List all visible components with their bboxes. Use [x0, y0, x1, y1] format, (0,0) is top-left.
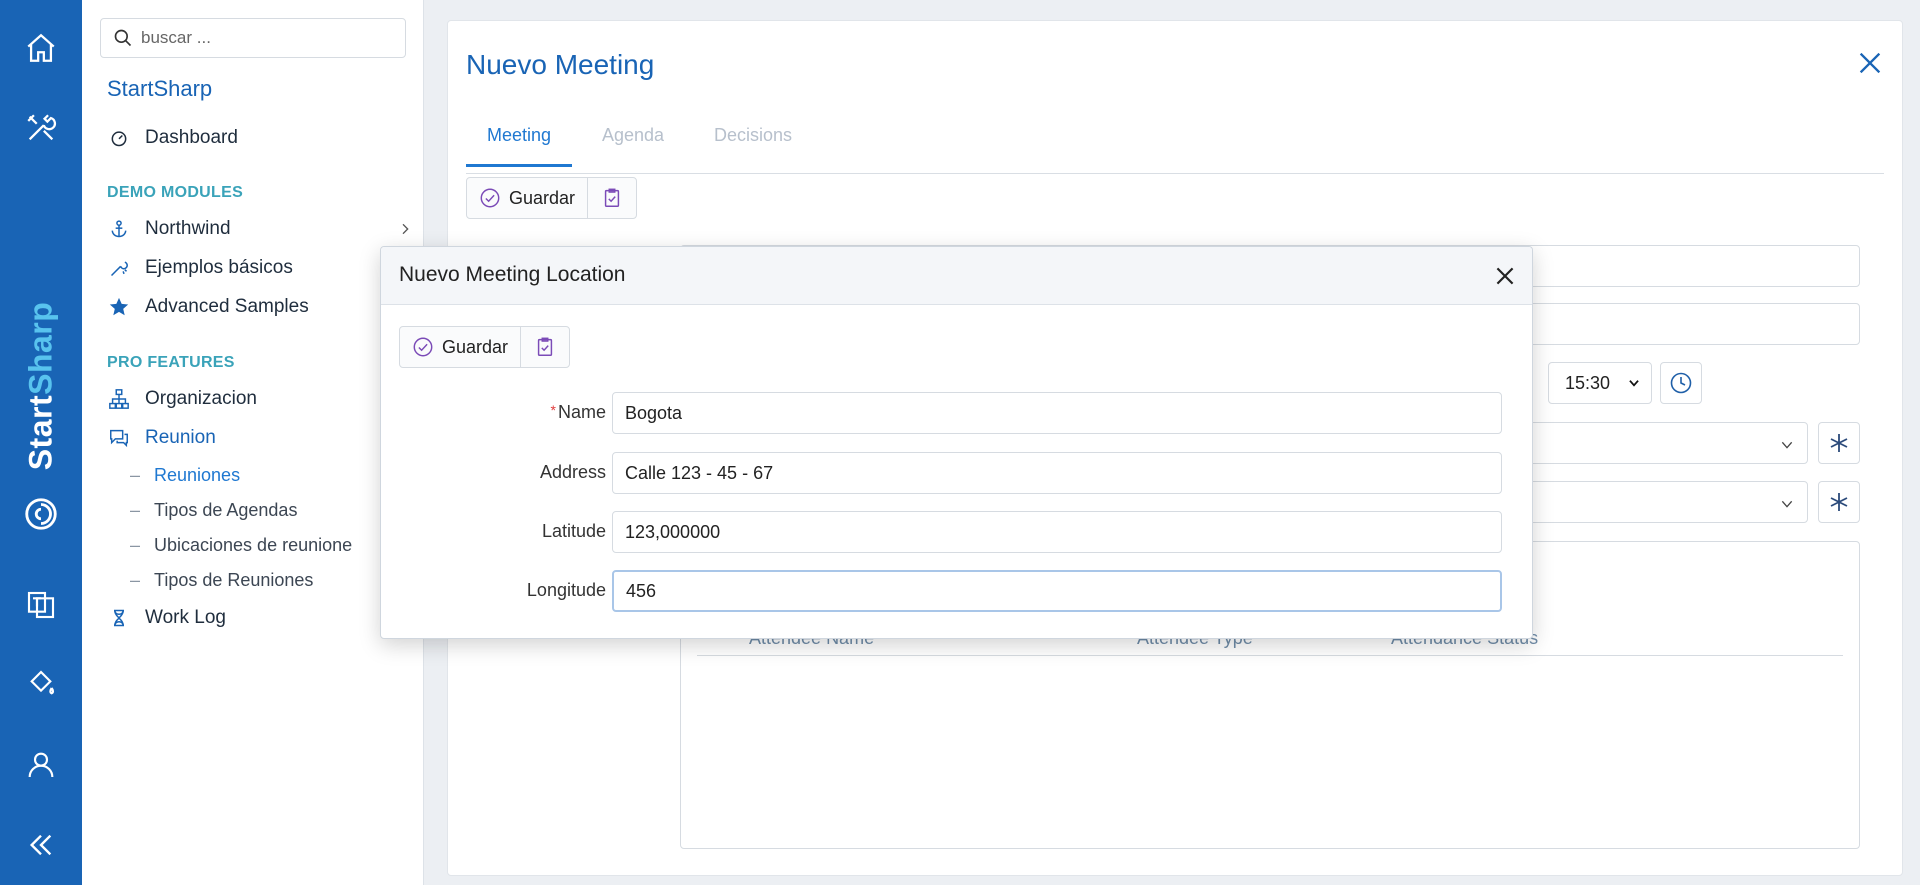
- anchor-icon: [107, 217, 131, 241]
- clock-button[interactable]: [1660, 362, 1702, 404]
- sidebar-item-label: Work Log: [145, 607, 226, 628]
- name-label: * Name: [550, 402, 606, 422]
- chevron-down-icon: [1781, 500, 1793, 508]
- sidebar-item-label: Ejemplos básicos: [145, 257, 293, 278]
- collapse-sidebar-icon[interactable]: [21, 825, 61, 865]
- tab-agenda[interactable]: Agenda: [581, 125, 685, 164]
- name-row: * Name: [381, 392, 1534, 434]
- panel-toolbar: Guardar: [466, 177, 638, 219]
- clipboard-check-icon: [604, 188, 620, 207]
- check-circle-icon: [480, 188, 500, 208]
- sidebar-item-label: Dashboard: [145, 127, 238, 148]
- name-field[interactable]: [612, 392, 1502, 434]
- asterisk-icon: [1830, 493, 1848, 511]
- tools-icon[interactable]: [21, 108, 61, 148]
- add-meeting-type-button[interactable]: [1818, 422, 1860, 464]
- address-row: Address: [381, 452, 1534, 494]
- section-pro-features: PRO FEATURES: [107, 354, 235, 371]
- close-icon[interactable]: [1856, 49, 1884, 77]
- page-title: Nuevo Meeting: [466, 49, 655, 80]
- tab-bar: Meeting Agenda Decisions: [466, 113, 1884, 174]
- gauge-icon: [107, 126, 131, 150]
- tab-meeting[interactable]: Meeting: [466, 125, 573, 167]
- tab-decisions[interactable]: Decisions: [693, 125, 813, 164]
- sidebar-item-northwind[interactable]: Northwind: [107, 213, 417, 245]
- modal-title: Nuevo Meeting Location: [399, 263, 626, 286]
- latitude-row: Latitude: [381, 511, 1534, 553]
- sidebar-item-organizacion[interactable]: Organizacion: [107, 383, 417, 415]
- sidebar-item-worklog[interactable]: Work Log: [107, 602, 417, 634]
- save-button[interactable]: Guardar: [400, 327, 522, 367]
- chevron-down-icon: [1629, 380, 1639, 387]
- chat-icon: [107, 426, 131, 450]
- sidebar-item-label: Advanced Samples: [145, 296, 309, 317]
- translate-icon[interactable]: [21, 585, 61, 625]
- sidebar-subitem-ubicaciones[interactable]: – Ubicaciones de reunione: [130, 531, 352, 559]
- sidebar-item-label: Northwind: [145, 218, 231, 239]
- sidebar-item-ejemplos[interactable]: Ejemplos básicos: [107, 252, 417, 284]
- hourglass-icon: [107, 606, 131, 630]
- latitude-field[interactable]: [612, 511, 1502, 553]
- close-icon[interactable]: [1492, 263, 1518, 289]
- paint-bucket-icon[interactable]: [21, 664, 61, 704]
- required-marker: *: [550, 402, 556, 418]
- address-field[interactable]: [612, 452, 1502, 494]
- check-circle-icon: [413, 337, 433, 357]
- longitude-field[interactable]: [612, 570, 1502, 612]
- org-chart-icon: [107, 387, 131, 411]
- apply-changes-button[interactable]: [521, 327, 569, 367]
- icon-rail: StartSharp: [0, 0, 82, 885]
- longitude-label: Longitude: [526, 580, 606, 600]
- modal-header: Nuevo Meeting Location: [381, 247, 1532, 305]
- asterisk-icon: [1830, 434, 1848, 452]
- chevron-down-icon: [1781, 441, 1793, 449]
- clock-icon: [1670, 372, 1692, 394]
- add-location-button[interactable]: [1818, 481, 1860, 523]
- search-input[interactable]: [141, 28, 381, 48]
- wand-icon: [107, 256, 131, 280]
- apply-changes-button[interactable]: [588, 178, 636, 218]
- clipboard-check-icon: [537, 337, 553, 356]
- search-icon: [114, 29, 132, 47]
- save-button[interactable]: Guardar: [467, 178, 589, 218]
- sidebar-item-reunion[interactable]: Reunion: [107, 422, 417, 454]
- section-demo-modules: DEMO MODULES: [107, 184, 244, 201]
- longitude-row: Longitude: [381, 570, 1534, 612]
- sidebar-item-label: Organizacion: [145, 388, 257, 409]
- sidebar: StartSharp Dashboard DEMO MODULES Northw…: [82, 0, 424, 885]
- sidebar-subitem-tipos-reuniones[interactable]: – Tipos de Reuniones: [130, 566, 313, 594]
- sidebar-subitem-tipos-agendas[interactable]: – Tipos de Agendas: [130, 496, 297, 524]
- sidebar-title[interactable]: StartSharp: [107, 76, 212, 102]
- start-time-select[interactable]: 15:30: [1548, 362, 1652, 404]
- latitude-label: Latitude: [541, 521, 606, 541]
- user-icon[interactable]: [21, 745, 61, 785]
- star-icon: [107, 295, 131, 319]
- sidebar-item-dashboard[interactable]: Dashboard: [107, 122, 417, 154]
- location-modal: Nuevo Meeting Location Guardar *Name Add…: [380, 246, 1533, 639]
- sidebar-item-label: Reunion: [145, 427, 216, 448]
- brand-text: StartSharp: [22, 301, 59, 471]
- sidebar-subitem-reuniones[interactable]: – Reuniones: [130, 461, 240, 489]
- modal-toolbar: Guardar: [399, 326, 571, 368]
- sidebar-item-advanced[interactable]: Advanced Samples: [107, 291, 417, 323]
- spiral-logo-icon: [21, 494, 61, 534]
- address-label: Address: [539, 462, 606, 482]
- home-icon[interactable]: [21, 28, 61, 68]
- chevron-right-icon: [402, 223, 409, 235]
- search-box[interactable]: [100, 18, 406, 58]
